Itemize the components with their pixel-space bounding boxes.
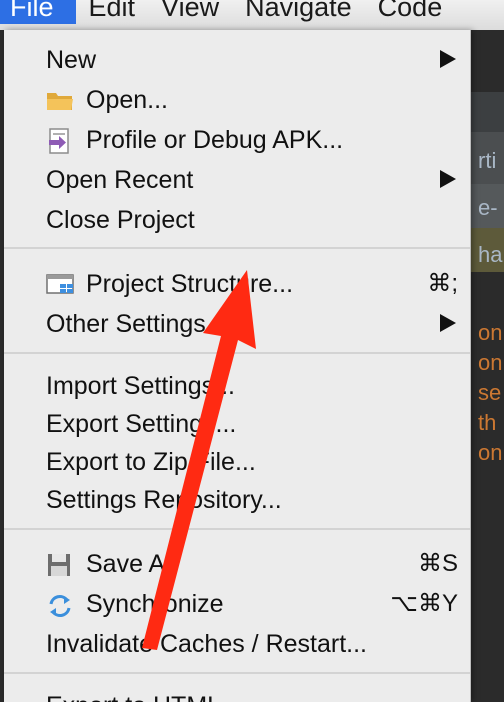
menu-item-label: Export to HTML... [46,692,242,702]
menu-item-label: Export Settings... [46,410,237,438]
menu-view[interactable]: View [148,0,232,24]
code-fragment: on [478,350,503,375]
menu-item-label: Open... [86,86,168,114]
menu-separator [4,247,470,249]
menu-item-other-settings[interactable]: Other Settings [4,304,470,344]
submenu-arrow-icon [440,50,456,68]
submenu-arrow-icon [440,170,456,188]
menu-item-open[interactable]: Open... [4,80,470,120]
file-menu-dropdown: New Open... Profile or Debug APK... Open… [4,30,471,702]
code-fragment: ha [478,242,503,267]
menu-edit[interactable]: Edit [76,0,149,24]
menu-item-shortcut: ⌥⌘Y [390,590,458,617]
code-fragment: th [478,410,497,435]
menu-item-label: New [46,46,97,74]
menu-item-label: Settings Repository... [46,486,282,514]
menu-item-export-zip[interactable]: Export to Zip File... [4,442,470,482]
menu-separator [4,528,470,530]
menu-item-shortcut: ⌘; [427,270,458,297]
menu-item-label: Invalidate Caches / Restart... [46,630,367,658]
menu-bar: File Edit View Navigate Code [0,0,504,30]
menu-item-label: Profile or Debug APK... [86,126,344,154]
menu-item-label: Other Settings [46,310,206,338]
menu-item-save-all[interactable]: Save All ⌘S [4,544,470,584]
project-structure-icon [46,272,74,296]
menu-item-new[interactable]: New [4,40,470,80]
code-fragment: e- [478,195,498,220]
menu-item-label: Close Project [46,206,195,234]
menu-item-close-project[interactable]: Close Project [4,200,470,240]
submenu-arrow-icon [440,314,456,332]
menu-separator [4,352,470,354]
editor-toolbar [470,92,504,132]
menu-item-open-recent[interactable]: Open Recent [4,160,470,200]
menu-item-invalidate-caches[interactable]: Invalidate Caches / Restart... [4,624,470,664]
menu-item-label: Export to Zip File... [46,448,256,476]
apk-debug-icon [46,128,74,154]
code-fragment: on [478,440,503,465]
menu-item-export-html[interactable]: Export to HTML... [4,686,470,702]
folder-icon [46,88,74,112]
menu-item-label: Import Settings... [46,372,235,400]
menu-navigate[interactable]: Navigate [232,0,365,24]
menu-code[interactable]: Code [365,0,456,24]
menu-item-project-structure[interactable]: Project Structure... ⌘; [4,264,470,304]
menu-file[interactable]: File [0,0,76,24]
menu-item-import-settings[interactable]: Import Settings... [4,366,470,406]
sync-icon [46,592,74,617]
menu-item-shortcut: ⌘S [417,550,458,577]
menu-item-label: Synchronize [86,590,224,618]
menu-item-settings-repository[interactable]: Settings Repository... [4,480,470,520]
menu-item-label: Project Structure... [86,270,294,298]
save-icon [46,552,74,576]
menu-item-label: Open Recent [46,166,194,194]
code-fragment: on [478,320,503,345]
menu-item-profile-debug-apk[interactable]: Profile or Debug APK... [4,120,470,160]
menu-item-export-settings[interactable]: Export Settings... [4,404,470,444]
menu-item-label: Save All [86,550,177,578]
menu-separator [4,672,470,674]
menu-item-synchronize[interactable]: Synchronize ⌥⌘Y [4,584,470,624]
code-fragment: rti [478,148,497,173]
code-fragment: se [478,380,502,405]
editor-background: rti e- ha on on se th on [470,30,504,702]
